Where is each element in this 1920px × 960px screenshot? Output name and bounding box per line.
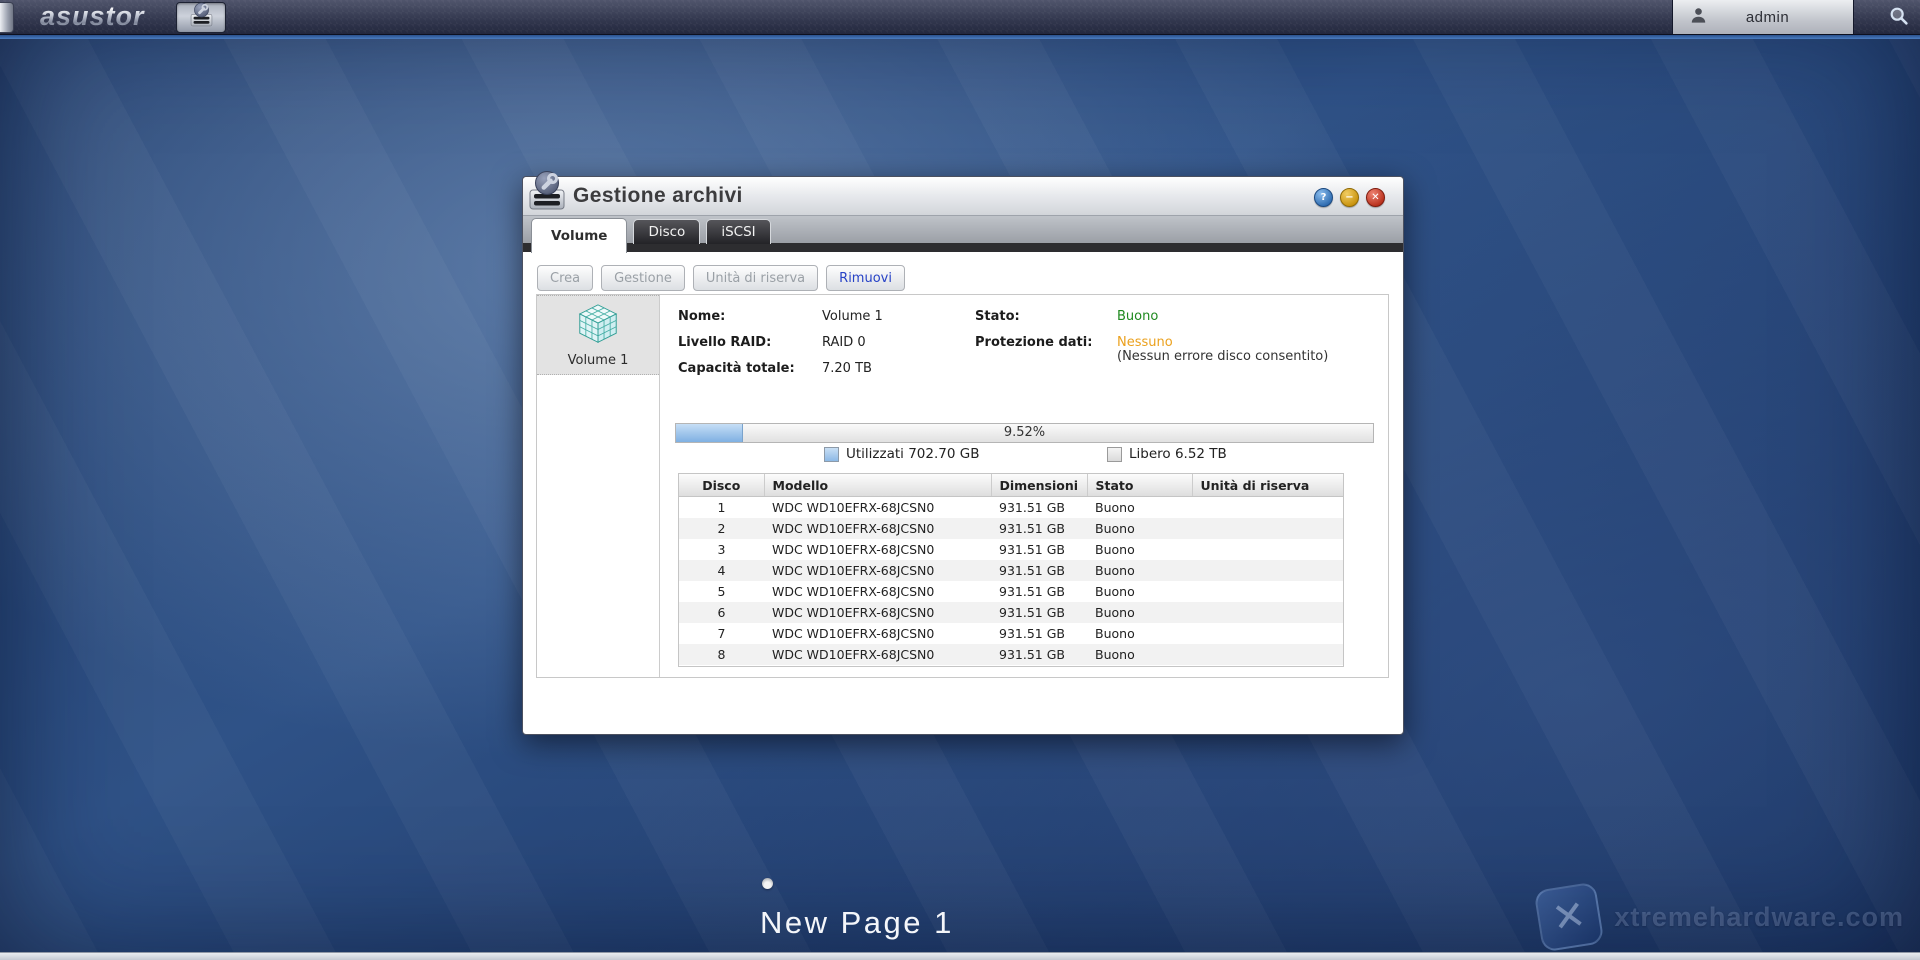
legend-free-label: Libero 6.52 TB xyxy=(1129,446,1227,462)
raid-label: Livello RAID: xyxy=(678,335,771,350)
column-header-stato[interactable]: Stato xyxy=(1087,474,1192,497)
legend-used: Utilizzati 702.70 GB xyxy=(824,446,979,462)
tab-bar: VolumeDiscoiSCSI xyxy=(523,216,1403,252)
table-row[interactable]: 2WDC WD10EFRX-68JCSN0931.51 GBBuono xyxy=(679,518,1343,539)
volume-sidebar: Volume 1 xyxy=(537,295,660,677)
storage-manager-window: Gestione archivi ? − ✕ VolumeDiscoiSCSI … xyxy=(522,176,1404,735)
window-titlebar[interactable]: Gestione archivi ? − ✕ xyxy=(523,177,1403,216)
storage-manager-icon xyxy=(525,169,569,215)
help-icon[interactable]: ? xyxy=(1314,188,1333,207)
asustor-logo: asustor xyxy=(40,1,145,32)
disk-table: DiscoModelloDimensioniStatoUnità di rise… xyxy=(678,473,1344,667)
table-row[interactable]: 8WDC WD10EFRX-68JCSN0931.51 GBBuono xyxy=(679,644,1343,665)
table-row[interactable]: 1WDC WD10EFRX-68JCSN0931.51 GBBuono xyxy=(679,497,1343,519)
user-icon xyxy=(1689,6,1708,29)
protezione-label: Protezione dati: xyxy=(975,335,1092,350)
desktop: asustor xyxy=(0,0,1920,960)
taskbar-storage-manager-button[interactable] xyxy=(176,2,226,33)
window-controls: ? − ✕ xyxy=(1314,188,1385,207)
page-bullet xyxy=(762,878,773,889)
table-row[interactable]: 6WDC WD10EFRX-68JCSN0931.51 GBBuono xyxy=(679,602,1343,623)
disk-table-body: 1WDC WD10EFRX-68JCSN0931.51 GBBuono2WDC … xyxy=(679,497,1343,666)
column-header-dimensioni[interactable]: Dimensioni xyxy=(991,474,1087,497)
toolbar-button-unit-di-riserva[interactable]: Unità di riserva xyxy=(693,265,818,291)
stato-value: Buono xyxy=(1117,309,1158,324)
capacita-label: Capacità totale: xyxy=(678,361,795,376)
toolbar-button-rimuovi[interactable]: Rimuovi xyxy=(826,265,905,291)
toolbar-button-crea[interactable]: Crea xyxy=(537,265,593,291)
raid-value: RAID 0 xyxy=(822,335,866,350)
close-icon[interactable]: ✕ xyxy=(1366,188,1385,207)
legend-used-swatch xyxy=(824,447,839,462)
taskbar: asustor xyxy=(0,0,1920,35)
protezione-note: (Nessun errore disco consentito) xyxy=(1117,349,1328,364)
table-row[interactable]: 4WDC WD10EFRX-68JCSN0931.51 GBBuono xyxy=(679,560,1343,581)
watermark-text: xtremehardware.com xyxy=(1614,902,1904,933)
legend-free-swatch xyxy=(1107,447,1122,462)
stato-label: Stato: xyxy=(975,309,1020,324)
taskbar-search-button[interactable] xyxy=(1886,5,1912,31)
disk-table-header-row: DiscoModelloDimensioniStatoUnità di rise… xyxy=(679,474,1343,497)
taskbar-username: admin xyxy=(1708,9,1853,26)
table-row[interactable]: 5WDC WD10EFRX-68JCSN0931.51 GBBuono xyxy=(679,581,1343,602)
sidebar-item-volume1[interactable]: Volume 1 xyxy=(537,295,659,375)
usage-bar: 9.52% xyxy=(675,423,1374,443)
storage-manager-icon xyxy=(188,2,215,33)
nome-value: Volume 1 xyxy=(822,309,883,324)
search-icon xyxy=(1888,5,1910,31)
xtremehardware-logo-icon: ✕ xyxy=(1534,882,1605,953)
tab-iscsi[interactable]: iSCSI xyxy=(706,219,770,244)
window-title: Gestione archivi xyxy=(573,177,743,215)
toolbar: Crea Gestione Unità di riserva Rimuovi xyxy=(537,265,905,291)
toolbar-button-gestione[interactable]: Gestione xyxy=(601,265,685,291)
column-header-modello[interactable]: Modello xyxy=(764,474,991,497)
capacita-value: 7.20 TB xyxy=(822,361,872,376)
tab-disco[interactable]: Disco xyxy=(633,219,700,244)
sidebar-item-label: Volume 1 xyxy=(568,353,629,368)
volume-panel: Volume 1 Nome: Volume 1 Stato: Buono Liv… xyxy=(536,294,1389,678)
table-row[interactable]: 3WDC WD10EFRX-68JCSN0931.51 GBBuono xyxy=(679,539,1343,560)
bottom-strip xyxy=(0,952,1920,960)
tab-volume[interactable]: Volume xyxy=(531,218,627,253)
taskbar-user-menu[interactable]: admin xyxy=(1672,0,1854,34)
column-header-disco[interactable]: Disco xyxy=(679,474,764,497)
page-title: New Page 1 xyxy=(760,905,954,941)
minimize-icon[interactable]: − xyxy=(1340,188,1359,207)
taskbar-edge-handle xyxy=(0,2,14,33)
protezione-value: Nessuno xyxy=(1117,335,1173,350)
taskbar-accent-line xyxy=(0,35,1920,39)
legend-used-label: Utilizzati 702.70 GB xyxy=(846,446,979,462)
cube-icon xyxy=(575,302,621,352)
watermark: ✕ xtremehardware.com xyxy=(1538,886,1904,948)
usage-percent: 9.52% xyxy=(676,424,1373,442)
table-row[interactable]: 7WDC WD10EFRX-68JCSN0931.51 GBBuono xyxy=(679,623,1343,644)
column-header-unit-di-riserva[interactable]: Unità di riserva xyxy=(1192,474,1343,497)
nome-label: Nome: xyxy=(678,309,725,324)
legend-free: Libero 6.52 TB xyxy=(1107,446,1227,462)
